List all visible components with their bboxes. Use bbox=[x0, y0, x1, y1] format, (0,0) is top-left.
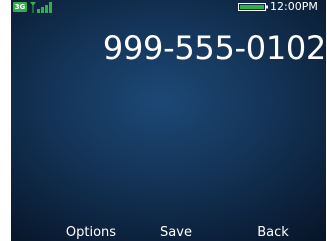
save-softkey[interactable]: Save bbox=[151, 224, 201, 241]
signal-strength-icon bbox=[30, 2, 52, 13]
dialed-number-display: 999-555-0102 bbox=[102, 29, 326, 67]
options-softkey[interactable]: Options bbox=[55, 224, 127, 241]
battery-full-icon bbox=[238, 3, 268, 11]
softkey-bar: Options Save Back bbox=[11, 224, 326, 241]
network-3g-badge: 3G bbox=[13, 2, 27, 12]
status-bar: 3G 12:00PM bbox=[11, 0, 326, 14]
back-softkey[interactable]: Back bbox=[246, 224, 300, 241]
phone-screen: 3G 12:00PM 999-555-0102 Options Save Bac… bbox=[11, 0, 326, 241]
status-clock: 12:00PM bbox=[270, 0, 318, 13]
